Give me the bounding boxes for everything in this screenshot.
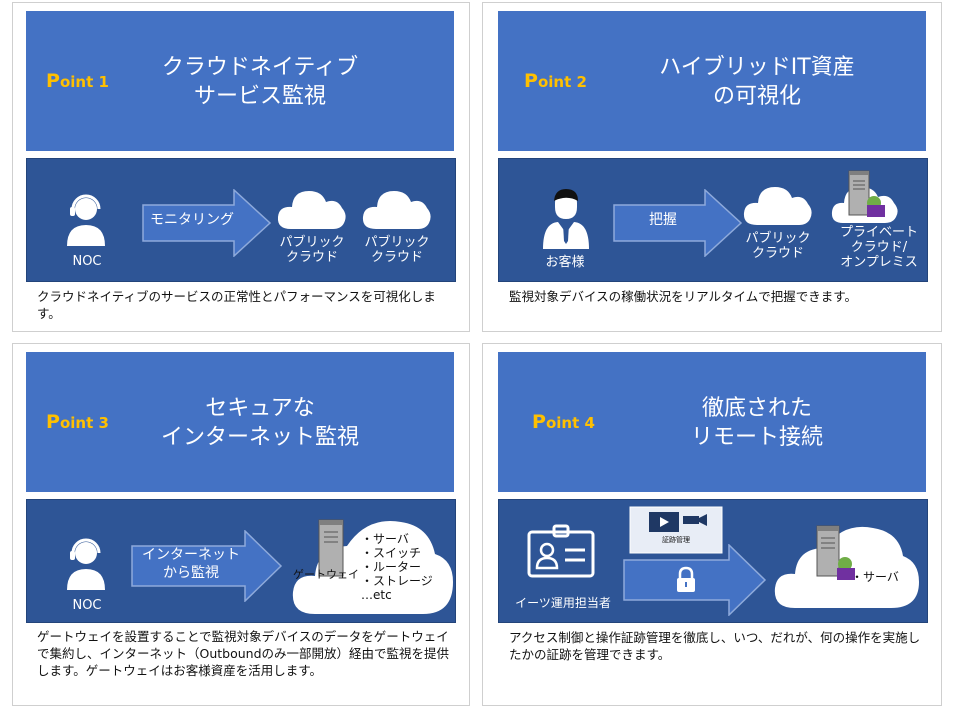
customer-person-icon (541, 189, 591, 249)
cloud-icon (275, 185, 349, 231)
point-badge: Point 2 (524, 70, 587, 92)
card-title: セキュアな インターネット監視 (160, 396, 359, 450)
lock-icon (675, 566, 697, 594)
diagram-panel: お客様 把握 パブリック クラウド プライベート クラウド/ オンプレミス (498, 158, 928, 282)
flow-arrow-label: 把握 (649, 212, 677, 228)
cloud-icon (741, 181, 815, 227)
point-badge: Point 1 (46, 70, 109, 92)
card-header: Point 3 セキュアな インターネット監視 (26, 352, 454, 492)
card-description: ゲートウェイを設置することで監視対象デバイスのデータをゲートウェイで集約し、イン… (37, 629, 450, 678)
cloud-label: パブリック クラウド (364, 235, 430, 265)
device-list: ・サーバ ・スイッチ ・ルーター ・ストレージ …etc (361, 532, 433, 602)
operator-headset-icon (63, 538, 109, 590)
server-in-cloud-icon (771, 516, 921, 612)
cloud-icon (360, 185, 434, 231)
diagram-panel: NOC インターネット から監視 ゲートウェイ ・サーバ ・スイッチ ・ルーター… (26, 499, 456, 623)
card-header: Point 4 徹底された リモート接続 (498, 352, 926, 492)
evidence-label: 証跡管理 (662, 536, 690, 544)
point-badge: Point 4 (532, 411, 595, 433)
card-title: クラウドネイティブ サービス監視 (161, 55, 359, 109)
cloud-label: プライベート クラウド/ オンプレミス (839, 225, 918, 270)
point-badge: Point 3 (46, 411, 109, 433)
server-label: ・サーバ (851, 570, 899, 584)
diagram-panel: イーツ運用担当者 証跡管理 ・サーバ (498, 499, 928, 623)
card-header: Point 1 クラウドネイティブ サービス監視 (26, 11, 454, 151)
card-point-2: Point 2 ハイブリッドIT資産 の可視化 お客様 把握 パブリック クラウ… (482, 2, 942, 332)
operator-headset-icon (63, 194, 109, 246)
card-title: ハイブリッドIT資産 の可視化 (659, 55, 855, 109)
source-label: イーツ運用担当者 (515, 596, 611, 610)
source-label: お客様 (545, 255, 585, 270)
cloud-label: パブリック クラウド (279, 235, 345, 265)
card-description: アクセス制御と操作証跡管理を徹底し、いつ、だれが、何の操作を実施したかの証跡を管… (509, 630, 921, 662)
flow-arrow-label: モニタリング (150, 212, 234, 228)
cloud-label: パブリック クラウド (745, 231, 811, 261)
card-point-3: Point 3 セキュアな インターネット監視 NOC インターネット から監視 (12, 343, 470, 706)
server-in-cloud-icon (829, 165, 903, 225)
card-point-4: Point 4 徹底された リモート接続 イーツ運用担当者 証跡管理 ・サーバ … (482, 343, 942, 706)
card-description: クラウドネイティブのサービスの正常性とパフォーマンスを可視化します。 (37, 289, 436, 321)
card-point-1: Point 1 クラウドネイティブ サービス監視 NOC モニタリング パブリッ… (12, 2, 470, 332)
source-label: NOC (72, 598, 102, 613)
card-description: 監視対象デバイスの稼働状況をリアルタイムで把握できます。 (509, 289, 858, 304)
diagram-panel: NOC モニタリング パブリック クラウド パブリック クラウド (26, 158, 456, 282)
gateway-label: ゲートウェイ (293, 568, 359, 581)
card-title: 徹底された リモート接続 (690, 396, 823, 450)
evidence-monitor-icon (629, 506, 723, 554)
card-header: Point 2 ハイブリッドIT資産 の可視化 (498, 11, 926, 151)
id-card-icon (527, 524, 595, 578)
source-label: NOC (72, 254, 102, 269)
flow-arrow-label: インターネット から監視 (142, 547, 240, 581)
